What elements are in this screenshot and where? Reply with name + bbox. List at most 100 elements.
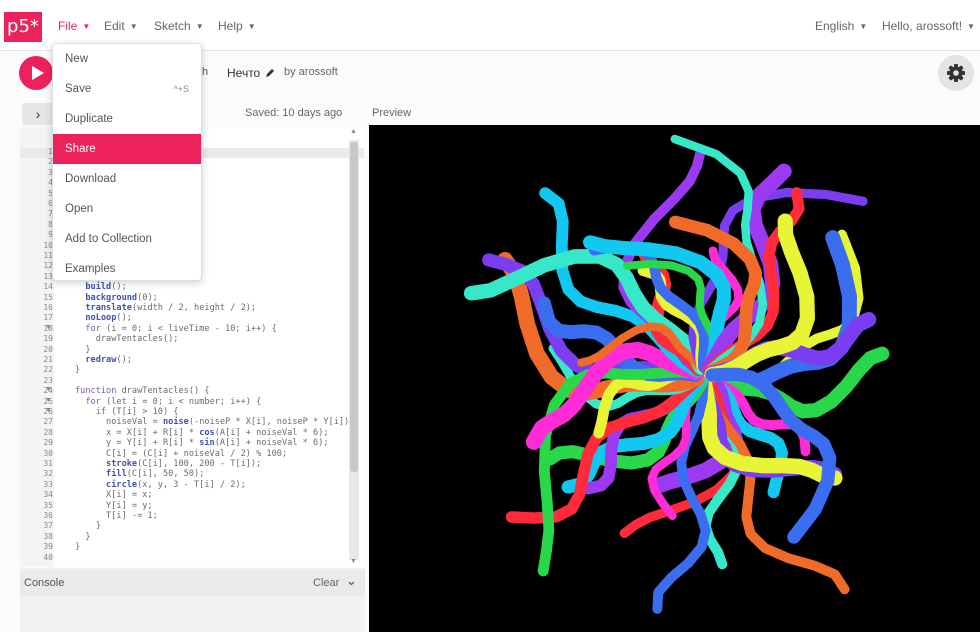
line-number: 38 <box>43 531 53 541</box>
tentacles-artwork <box>463 134 890 614</box>
line-number: 9 <box>48 230 53 240</box>
play-button[interactable] <box>19 56 53 90</box>
code-line: fill(C[i], 50, 50); <box>106 469 205 480</box>
menu-file-label: File <box>58 19 78 33</box>
menu-item-share[interactable]: Share <box>53 134 201 164</box>
line-number: 40 <box>43 552 53 562</box>
line-number: 30 <box>43 448 53 458</box>
menu-item-label: Download <box>65 173 117 185</box>
line-number: 35 <box>43 500 53 510</box>
menu-item-save[interactable]: Save ^+S <box>53 74 201 104</box>
chevron-down-icon: ▼ <box>129 21 138 31</box>
fold-arrow-icon[interactable]: ▼ <box>45 407 52 414</box>
line-number: 16 <box>43 303 53 312</box>
chevron-down-icon[interactable]: ⌄ <box>346 573 357 589</box>
preview-label: Preview <box>372 107 412 119</box>
line-number: 11 <box>43 251 53 260</box>
settings-button[interactable] <box>938 55 974 91</box>
code-line: noLoop(); <box>85 313 132 324</box>
line-number: 15 <box>43 292 53 302</box>
code-line: X[i] = x; <box>75 490 153 501</box>
code-line: translate(width / 2, height / 2); <box>85 303 257 313</box>
line-number: 5 <box>48 188 53 198</box>
editor-scrollbar-thumb[interactable] <box>350 142 358 472</box>
menu-sketch[interactable]: Sketch ▼ <box>154 19 204 33</box>
menu-item-label: Open <box>65 203 94 215</box>
line-number: 13 <box>43 271 53 281</box>
language-selector[interactable]: English ▼ <box>815 19 867 33</box>
line-number: 8 <box>48 219 53 229</box>
code-line: redraw(); <box>85 355 132 365</box>
saved-status: Saved: 10 days ago <box>245 107 343 119</box>
menu-edit[interactable]: Edit ▼ <box>104 19 138 33</box>
line-number: 14 <box>43 282 53 292</box>
code-line: T[i] -= 1; <box>75 511 158 521</box>
code-line: x = X[i] + R[i] * cos(A[i] + noiseVal * … <box>75 427 329 438</box>
console-label: Console <box>24 577 65 589</box>
sketch-author: by arossoft <box>284 66 338 78</box>
chevron-down-icon: ▼ <box>967 21 975 31</box>
language-label: English <box>815 19 855 33</box>
line-number: 4 <box>48 178 53 188</box>
code-line: } <box>75 531 91 542</box>
chevron-down-icon: ▼ <box>859 21 868 31</box>
user-menu[interactable]: Hello, arossoft! ▼ <box>882 19 975 33</box>
scroll-down-arrow-icon[interactable]: ▼ <box>350 558 357 565</box>
menu-item-label: Save <box>65 83 92 95</box>
line-number: 31 <box>43 459 53 468</box>
console-clear-button[interactable]: Clear <box>313 577 339 589</box>
menu-item-download[interactable]: Download <box>53 164 201 194</box>
menu-help[interactable]: Help ▼ <box>218 19 256 33</box>
pencil-icon[interactable] <box>265 68 275 78</box>
line-number: 23 <box>43 375 53 385</box>
menu-item-label: Duplicate <box>65 113 113 125</box>
code-line: } <box>75 344 91 355</box>
sketch-preview[interactable] <box>369 125 980 632</box>
fold-arrow-icon[interactable]: ▼ <box>45 397 52 404</box>
chevron-down-icon: ▼ <box>82 21 91 31</box>
code-line: y = Y[i] + R[i] * sin(A[i] + noiseVal * … <box>75 438 329 449</box>
fold-arrow-icon[interactable]: ▼ <box>45 324 52 331</box>
menu-help-label: Help <box>218 19 243 33</box>
save-shortcut: ^+S <box>173 84 189 94</box>
chevron-down-icon: ▼ <box>247 21 256 31</box>
fold-arrow-icon[interactable]: ▼ <box>45 386 52 393</box>
scroll-up-arrow-icon[interactable]: ▲ <box>350 128 357 135</box>
line-number: 39 <box>43 542 53 552</box>
line-number: 21 <box>43 355 53 364</box>
sketch-name-label: Нечто <box>227 66 261 80</box>
menu-item-duplicate[interactable]: Duplicate <box>53 104 201 134</box>
menu-item-add-to-collection[interactable]: Add to Collection <box>53 224 201 254</box>
line-number: 29 <box>43 438 53 448</box>
sketch-name[interactable]: Нечто <box>227 66 275 80</box>
file-dropdown-menu: New Save ^+S Duplicate Share Download Ope… <box>52 43 202 281</box>
menu-item-open[interactable]: Open <box>53 194 201 224</box>
code-line: drawTentacles(); <box>75 334 179 345</box>
p5-logo[interactable]: p5* <box>4 12 42 42</box>
line-number: 2 <box>48 157 53 167</box>
code-line: stroke(C[i], 100, 200 - T[i]); <box>106 459 262 469</box>
line-number: 17 <box>43 313 53 323</box>
code-line: background(0); <box>85 292 158 303</box>
line-number: 37 <box>43 521 53 531</box>
code-line: function drawTentacles() { <box>75 386 210 397</box>
sidebar-toggle-button[interactable]: › <box>22 103 54 125</box>
code-line: Y[i] = y; <box>75 500 153 511</box>
menu-item-new[interactable]: New <box>53 44 201 74</box>
chevron-down-icon: ▼ <box>195 21 204 31</box>
menu-sketch-label: Sketch <box>154 19 191 33</box>
code-line: C[i] = (C[i] + noiseVal / 2) % 100; <box>75 448 288 459</box>
menu-file[interactable]: File ▼ <box>58 19 90 33</box>
line-number: 20 <box>43 344 53 354</box>
code-line: } <box>75 521 101 532</box>
line-number: 1 <box>48 147 53 156</box>
menu-edit-label: Edit <box>104 19 125 33</box>
line-number: 33 <box>43 479 53 489</box>
menu-item-examples[interactable]: Examples <box>53 254 201 284</box>
line-number: 34 <box>43 490 53 500</box>
code-line: circle(x, y, 3 - T[i] / 2); <box>106 479 246 490</box>
code-line: } <box>75 365 81 376</box>
line-number: 10 <box>43 240 53 250</box>
user-greeting: Hello, arossoft! <box>882 19 963 33</box>
line-number: 19 <box>43 334 53 344</box>
